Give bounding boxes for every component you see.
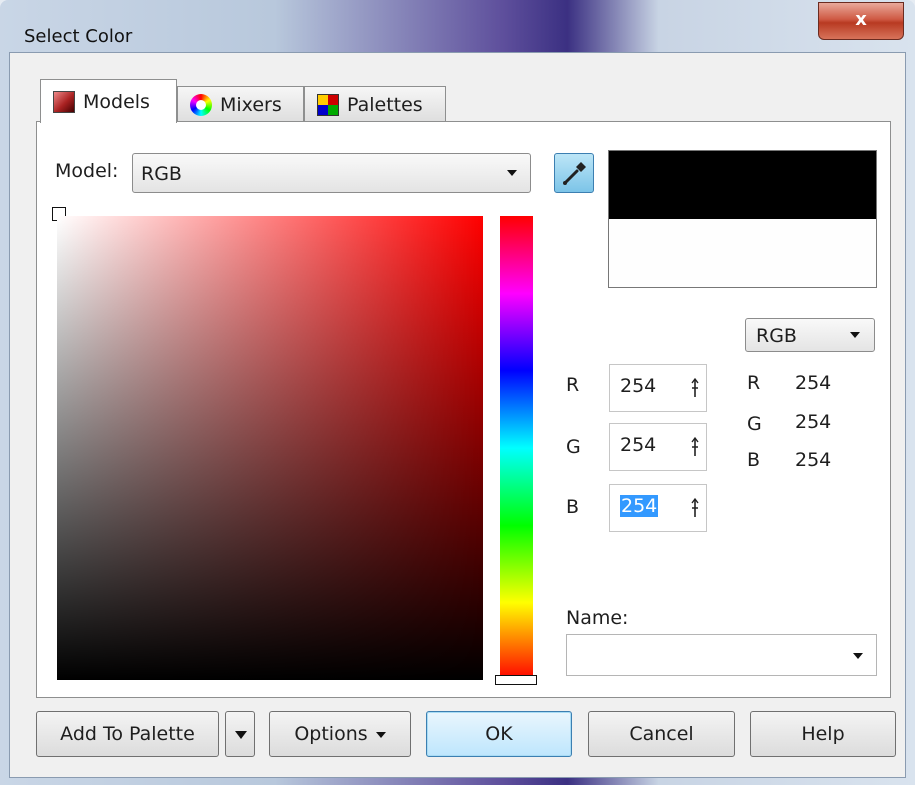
tab-palettes[interactable]: Palettes <box>304 86 446 122</box>
close-icon: x <box>855 9 867 30</box>
readout-r-value: 254 <box>795 372 832 394</box>
chevron-down-icon <box>850 332 860 338</box>
model-dropdown[interactable]: RGB <box>132 153 531 193</box>
palettes-icon <box>317 93 339 116</box>
eyedropper-icon <box>563 162 586 185</box>
window-title: Select Color <box>24 26 133 47</box>
readout-g-value: 254 <box>795 411 832 433</box>
models-icon <box>53 90 75 113</box>
tab-mixers-label: Mixers <box>220 93 282 116</box>
r-input[interactable]: 254 <box>609 364 707 412</box>
name-label: Name: <box>566 607 629 629</box>
spin-icon <box>691 497 699 517</box>
readout-b-value: 254 <box>795 449 832 471</box>
cancel-button[interactable]: Cancel <box>588 711 735 757</box>
b-input-value: 254 <box>620 495 659 517</box>
ok-button[interactable]: OK <box>426 711 572 757</box>
ok-label: OK <box>485 723 513 745</box>
chevron-down-icon <box>853 653 863 659</box>
tab-models-label: Models <box>83 90 150 113</box>
readout-g-label: G <box>747 413 762 435</box>
cancel-label: Cancel <box>629 723 694 745</box>
hue-slider-handle[interactable] <box>495 675 537 685</box>
preview-new-color <box>609 219 876 287</box>
readout-b-label: B <box>747 449 761 471</box>
readout-model-dropdown[interactable]: RGB <box>745 318 875 352</box>
saturation-brightness-field[interactable] <box>57 216 483 680</box>
g-input-value: 254 <box>620 434 657 456</box>
tab-models[interactable]: Models <box>40 79 177 123</box>
help-label: Help <box>801 723 845 745</box>
b-input[interactable]: 254 <box>609 484 707 532</box>
chevron-down-icon <box>376 732 386 738</box>
add-to-palette-button[interactable]: Add To Palette <box>36 711 219 757</box>
model-dropdown-value: RGB <box>141 163 182 185</box>
preview-old-color <box>609 151 876 219</box>
close-button[interactable]: x <box>818 2 904 40</box>
hue-slider[interactable] <box>500 216 533 680</box>
mixers-icon <box>190 93 212 116</box>
chevron-down-icon <box>507 170 517 176</box>
r-label: R <box>566 374 580 396</box>
g-input[interactable]: 254 <box>609 423 707 471</box>
tab-palettes-label: Palettes <box>347 93 423 116</box>
chevron-down-icon <box>235 731 247 739</box>
help-button[interactable]: Help <box>750 711 896 757</box>
spin-icon <box>691 377 699 397</box>
r-input-value: 254 <box>620 375 657 397</box>
b-label: B <box>566 496 580 518</box>
options-label: Options <box>294 723 368 745</box>
g-label: G <box>566 436 581 458</box>
readout-r-label: R <box>747 372 761 394</box>
eyedropper-button[interactable] <box>554 153 594 193</box>
color-preview <box>608 150 877 288</box>
options-button[interactable]: Options <box>269 711 411 757</box>
readout-model-value: RGB <box>756 325 797 347</box>
name-combobox[interactable] <box>566 634 877 676</box>
add-to-palette-menu-button[interactable] <box>225 711 255 757</box>
model-label: Model: <box>55 160 119 182</box>
tab-mixers[interactable]: Mixers <box>177 86 304 122</box>
spin-icon <box>691 436 699 456</box>
add-to-palette-label: Add To Palette <box>60 723 195 745</box>
